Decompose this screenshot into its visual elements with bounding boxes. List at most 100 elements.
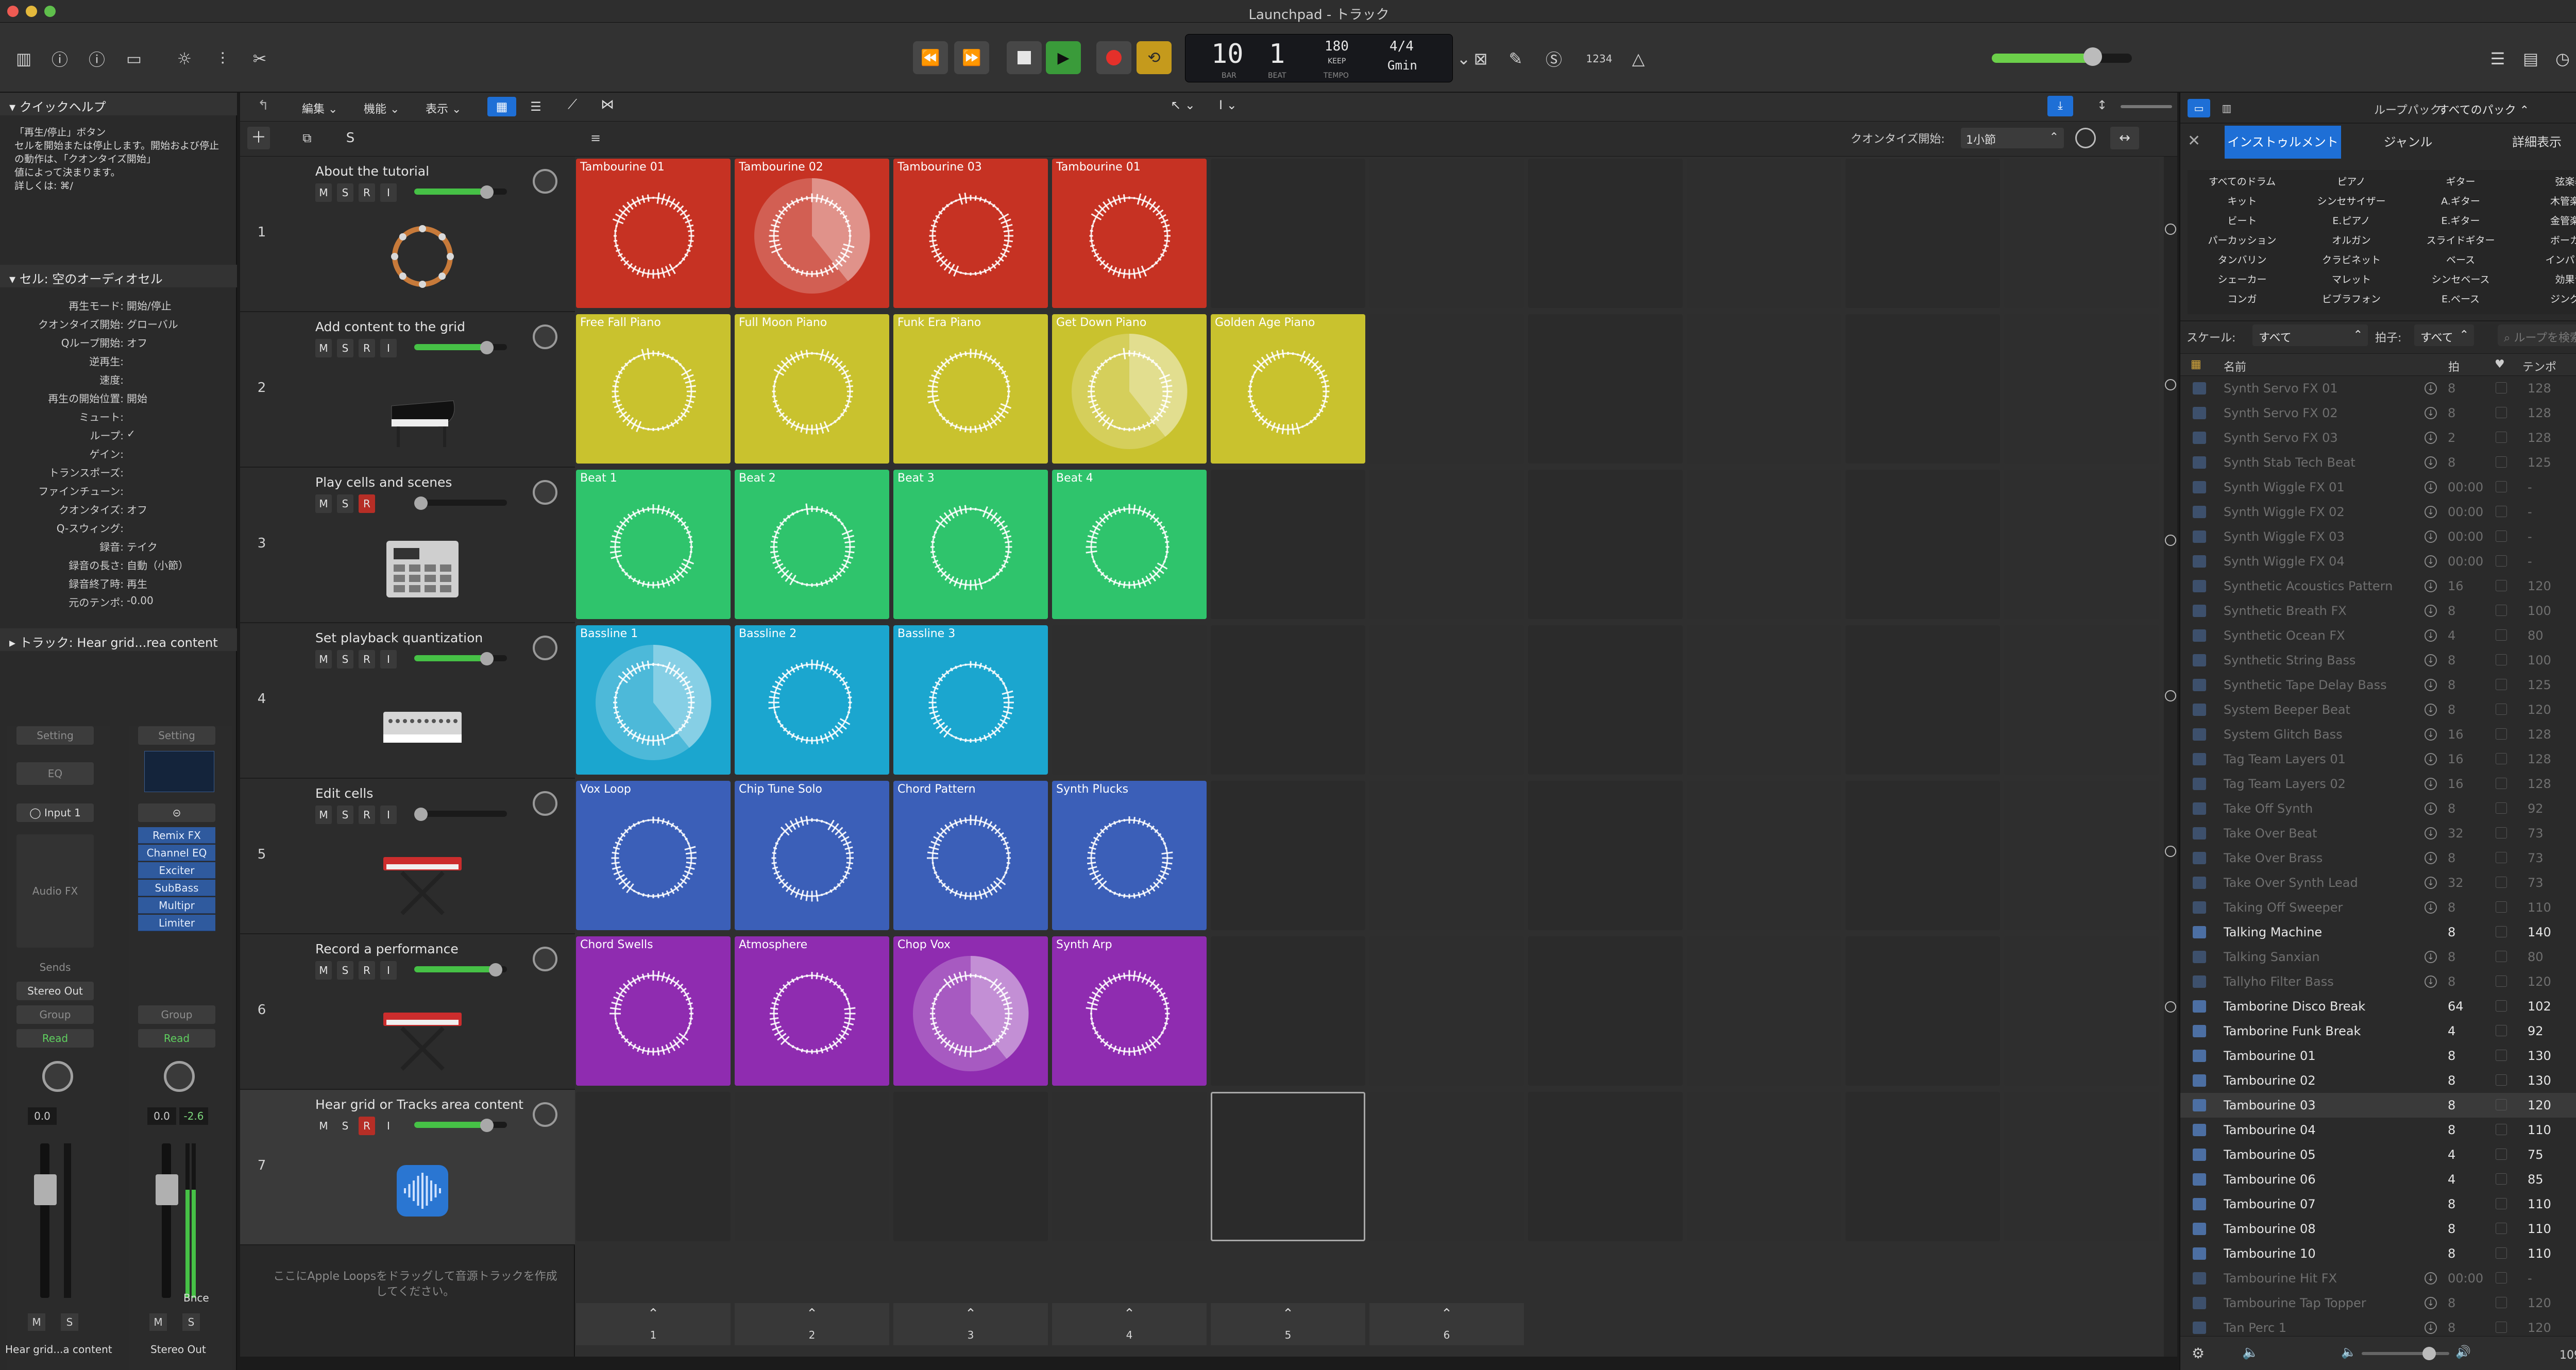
loop-pack-select[interactable]: すべてのパック ⌃ <box>2438 101 2529 117</box>
download-icon[interactable]: ↓ <box>2425 753 2437 765</box>
inspector-param-row[interactable]: ミュート: <box>0 409 232 427</box>
solo-button[interactable]: S <box>337 494 353 513</box>
track-name[interactable]: Add content to the grid <box>315 319 465 334</box>
tab-descriptors[interactable]: 詳細表示 <box>2475 126 2576 159</box>
loop-row[interactable]: Synth Wiggle FX 03↓00:00-- <box>2180 524 2576 549</box>
keyword-filter-button[interactable]: インパクト <box>2518 251 2576 269</box>
input-monitor-button[interactable]: I <box>380 339 397 357</box>
empty-cell[interactable] <box>1845 470 2000 619</box>
loop-row[interactable]: Tambourine 018130- <box>2180 1043 2576 1068</box>
automation-mode[interactable]: Read <box>16 1029 94 1048</box>
keyword-filter-button[interactable]: クラビネット <box>2300 251 2403 269</box>
quick-help-header[interactable]: ▾ クイックヘルプ <box>0 93 237 115</box>
empty-cell[interactable] <box>1528 781 1683 930</box>
favorite-checkbox[interactable] <box>2496 1272 2507 1283</box>
loop-row[interactable]: System Glitch Bass↓16128C <box>2180 722 2576 747</box>
download-icon[interactable]: ↓ <box>2425 432 2437 444</box>
inspector-param-row[interactable]: Q-スウィング: <box>0 520 232 539</box>
loop-row[interactable]: Taking Off Sweeper↓8110- <box>2180 895 2576 920</box>
plugin-slot[interactable]: Remix FX <box>138 827 215 844</box>
loop-type-icon[interactable]: ▦ <box>2191 358 2201 371</box>
download-icon[interactable]: ↓ <box>2425 704 2437 716</box>
empty-cell[interactable] <box>1845 781 2000 930</box>
favorite-checkbox[interactable] <box>2496 580 2507 591</box>
row-queue-icon[interactable] <box>2165 690 2176 701</box>
loop-row[interactable]: Tag Team Layers 02↓16128F <box>2180 772 2576 796</box>
loop-cell[interactable]: Funk Era Piano <box>893 314 1048 464</box>
inspector-param-row[interactable]: 録音終了時: 再生 <box>0 576 232 594</box>
favorite-checkbox[interactable] <box>2496 456 2507 468</box>
empty-cell[interactable] <box>1528 1092 1683 1241</box>
loops-column-view-icon[interactable]: ▥ <box>2215 99 2238 117</box>
track-section-header[interactable]: ▸ トラック: Hear grid...rea content <box>0 628 237 651</box>
quantize-start-select[interactable]: 1小節 ⌃ <box>1961 128 2064 148</box>
inspector-param-row[interactable]: 速度: <box>0 372 232 390</box>
scene-trigger-button[interactable]: ⌃ 4 <box>1052 1303 1207 1345</box>
automation-icon[interactable]: ⟋ <box>568 97 577 113</box>
keyword-filter-button[interactable]: ジングル <box>2518 290 2576 308</box>
track-header[interactable]: 1 About the tutorial M S R I <box>240 157 575 312</box>
pan-knob[interactable] <box>533 169 557 194</box>
mixer-icon[interactable]: ⫶ <box>208 44 237 73</box>
audio-fx-slot[interactable]: Audio FX <box>16 834 94 948</box>
global-solo-button[interactable]: S <box>339 127 362 149</box>
zoom-slider[interactable] <box>2121 105 2172 108</box>
empty-cell[interactable] <box>1687 936 1841 1086</box>
loop-cell[interactable]: Beat 2 <box>735 470 889 619</box>
preview-volume-slider[interactable] <box>2362 1352 2449 1355</box>
loop-row[interactable]: Tamborine Funk Break492- <box>2180 1019 2576 1043</box>
loop-cell[interactable]: Beat 3 <box>893 470 1048 619</box>
download-icon[interactable]: ↓ <box>2425 1272 2437 1285</box>
loop-cell[interactable]: Beat 1 <box>576 470 731 619</box>
empty-cell[interactable] <box>1845 1092 2000 1241</box>
tuner-icon[interactable]: ⊠ <box>1466 44 1495 73</box>
preview-volume-knob[interactable] <box>2422 1347 2436 1360</box>
inspector-param-row[interactable]: ゲイン: <box>0 446 232 465</box>
keyword-filter-button[interactable]: A.ギター <box>2409 193 2512 210</box>
favorite-checkbox[interactable] <box>2496 1322 2507 1333</box>
favorite-checkbox[interactable] <box>2496 555 2507 567</box>
row-queue-icon[interactable] <box>2165 846 2176 857</box>
gear-icon[interactable]: ⚙ <box>2192 1345 2205 1362</box>
empty-cell[interactable] <box>2004 936 2159 1086</box>
input-monitor-button[interactable]: I <box>380 650 397 669</box>
metronome-icon[interactable]: △ <box>1624 44 1653 73</box>
play-button[interactable]: ▶ <box>1046 41 1081 74</box>
record-enable-button[interactable]: R <box>359 494 375 513</box>
download-icon[interactable]: ↓ <box>2425 456 2437 469</box>
mute-button[interactable]: M <box>315 650 332 669</box>
loop-cell[interactable]: Full Moon Piano <box>735 314 889 464</box>
download-icon[interactable]: ↓ <box>2425 555 2437 568</box>
favorite-checkbox[interactable] <box>2496 654 2507 665</box>
param-value[interactable]: オフ <box>127 502 225 517</box>
favorite-checkbox[interactable] <box>2496 753 2507 764</box>
empty-cell[interactable] <box>1528 159 1683 308</box>
loop-cell[interactable]: Chord Swells <box>576 936 731 1086</box>
loop-row[interactable]: Synthetic String Bass↓8100B <box>2180 648 2576 673</box>
loop-row[interactable]: Synth Servo FX 01↓8128- <box>2180 376 2576 401</box>
keyword-filter-button[interactable]: シェーカー <box>2191 271 2294 288</box>
favorite-checkbox[interactable] <box>2496 1099 2507 1110</box>
volume-fader[interactable] <box>40 1143 49 1298</box>
loop-row[interactable]: Tag Team Layers 01↓16128F <box>2180 747 2576 772</box>
text-tool-icon[interactable]: I ⌄ <box>1219 98 1237 112</box>
toolbar-icon[interactable]: ▭ <box>120 44 148 73</box>
download-icon[interactable]: ↓ <box>2425 778 2437 790</box>
plugin-slot[interactable]: Channel EQ <box>138 845 215 861</box>
loop-cell[interactable]: Synth Plucks <box>1052 781 1207 930</box>
quantize-clock-icon[interactable] <box>2075 128 2096 148</box>
empty-cell[interactable] <box>1528 625 1683 775</box>
track-header[interactable]: 6 Record a performance M S R I <box>240 934 575 1090</box>
inspector-param-row[interactable]: 逆再生: <box>0 353 232 372</box>
track-name[interactable]: Edit cells <box>315 786 373 801</box>
favorite-checkbox[interactable] <box>2496 506 2507 517</box>
mute-button[interactable]: M <box>315 339 332 357</box>
empty-cell[interactable] <box>1369 159 1524 308</box>
loop-cell[interactable]: Chip Tune Solo <box>735 781 889 930</box>
loop-row[interactable]: Tamborine Disco Break64102- <box>2180 994 2576 1019</box>
pointer-tool-icon[interactable]: ↖ ⌄ <box>1171 98 1195 112</box>
expand-icon[interactable]: ↔ <box>2110 127 2139 149</box>
download-icon[interactable]: ↓ <box>2425 901 2437 914</box>
track-name[interactable]: Set playback quantization <box>315 630 483 645</box>
volume-slider-knob[interactable] <box>414 808 428 821</box>
